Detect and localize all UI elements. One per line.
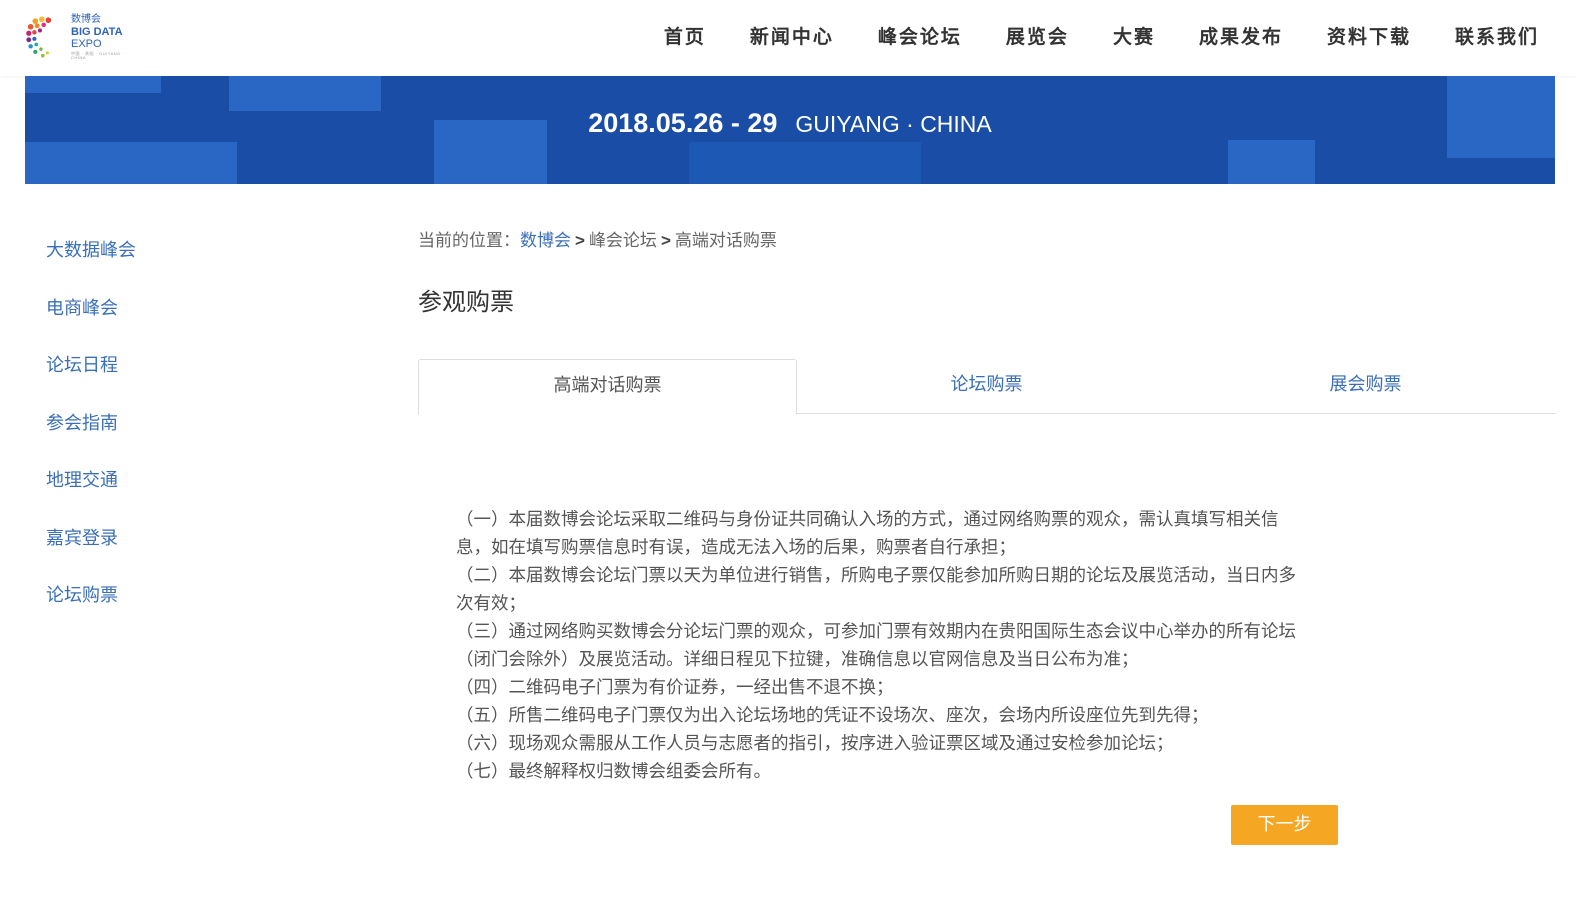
banner-decor-block bbox=[689, 142, 921, 184]
page-title: 参观购票 bbox=[418, 288, 514, 316]
site-logo[interactable]: 数博会 BIG DATA EXPO 中国 · 贵阳 · GUIYANG · CH… bbox=[26, 12, 136, 62]
banner-decor-block bbox=[25, 142, 237, 184]
sidebar-item-forum-tickets[interactable]: 论坛购票 bbox=[46, 581, 136, 639]
tab-exhibition-tickets[interactable]: 展会购票 bbox=[1176, 359, 1555, 414]
logo-en-line2: EXPO bbox=[71, 37, 102, 50]
sidebar-item-guest-login[interactable]: 嘉宾登录 bbox=[46, 524, 136, 582]
nav-item-downloads[interactable]: 资料下载 bbox=[1327, 22, 1411, 49]
breadcrumb-separator: > bbox=[660, 231, 671, 250]
logo-cn-text: 数博会 bbox=[71, 13, 101, 25]
nav-item-contest[interactable]: 大赛 bbox=[1113, 22, 1155, 49]
rule-item: （六）现场观众需服从工作人员与志愿者的指引，按序进入验证票区域及通过安检参加论坛… bbox=[456, 734, 1174, 754]
nav-item-home[interactable]: 首页 bbox=[664, 22, 706, 49]
nav-item-summit-forum[interactable]: 峰会论坛 bbox=[878, 22, 962, 49]
breadcrumb: 当前的位置：数博会 > 峰会论坛 > 高端对话购票 bbox=[418, 226, 777, 251]
banner-decor-block bbox=[1228, 140, 1315, 184]
breadcrumb-separator: > bbox=[575, 231, 585, 250]
banner-location: GUIYANG · CHINA bbox=[795, 111, 992, 137]
banner-decor-block bbox=[25, 76, 161, 93]
nav-item-contact[interactable]: 联系我们 bbox=[1455, 22, 1539, 49]
logo-wordmark: 数博会 BIG DATA EXPO 中国 · 贵阳 · GUIYANG · CH… bbox=[71, 13, 136, 60]
sidebar-item-forum-schedule[interactable]: 论坛日程 bbox=[46, 351, 136, 409]
rule-item: （五）所售二维码电子门票仅为出入论坛场地的凭证不设场次、座次，会场内所设座位先到… bbox=[456, 706, 1209, 726]
sidebar-item-ecommerce-summit[interactable]: 电商峰会 bbox=[46, 294, 136, 352]
tab-vip-dialogue-tickets[interactable]: 高端对话购票 bbox=[418, 359, 797, 415]
event-banner: 2018.05.26 - 29 GUIYANG · CHINA bbox=[25, 76, 1555, 184]
banner-date: 2018.05.26 - 29 bbox=[588, 108, 778, 138]
nav-item-achievements[interactable]: 成果发布 bbox=[1199, 22, 1283, 49]
tab-forum-tickets[interactable]: 论坛购票 bbox=[797, 359, 1176, 414]
banner-decor-block bbox=[229, 76, 381, 111]
nav-item-news[interactable]: 新闻中心 bbox=[750, 22, 834, 49]
logo-swirl-icon bbox=[26, 16, 52, 58]
sidebar-item-big-data-summit[interactable]: 大数据峰会 bbox=[46, 236, 136, 294]
next-step-button[interactable]: 下一步 bbox=[1231, 805, 1338, 845]
logo-subtext: 中国 · 贵阳 · GUIYANG · CHINA bbox=[71, 50, 125, 60]
ticket-tabs: 高端对话购票 论坛购票 展会购票 bbox=[418, 359, 1555, 415]
breadcrumb-current: 高端对话购票 bbox=[674, 231, 777, 251]
breadcrumb-link-expo[interactable]: 数博会 bbox=[520, 231, 571, 251]
sidebar-item-attendee-guide[interactable]: 参会指南 bbox=[46, 409, 136, 467]
sidebar-menu: 大数据峰会 电商峰会 论坛日程 参会指南 地理交通 嘉宾登录 论坛购票 bbox=[46, 236, 136, 639]
nav-item-exhibition[interactable]: 展览会 bbox=[1006, 22, 1069, 49]
rule-item: （四）二维码电子门票为有价证券，一经出售不退不换； bbox=[456, 678, 894, 698]
site-header: 数博会 BIG DATA EXPO 中国 · 贵阳 · GUIYANG · CH… bbox=[0, 0, 1577, 76]
rule-item: （二）本届数博会论坛门票以天为单位进行销售，所购电子票仅能参加所购日期的论坛及展… bbox=[456, 566, 1296, 614]
logo-en-line1: BIG DATA bbox=[71, 25, 123, 38]
banner-text: 2018.05.26 - 29 GUIYANG · CHINA bbox=[25, 108, 1555, 139]
ticket-rules: （一）本届数博会论坛采取二维码与身份证共同确认入场的方式，通过网络购票的观众，需… bbox=[456, 506, 1306, 786]
sidebar-item-transportation[interactable]: 地理交通 bbox=[46, 466, 136, 524]
breadcrumb-prefix: 当前的位置： bbox=[418, 231, 520, 251]
rule-item: （一）本届数博会论坛采取二维码与身份证共同确认入场的方式，通过网络购票的观众，需… bbox=[456, 510, 1279, 558]
rule-item: （七）最终解释权归数博会组委会所有。 bbox=[456, 762, 771, 782]
main-nav: 首页 新闻中心 峰会论坛 展览会 大赛 成果发布 资料下载 联系我们 bbox=[620, 22, 1539, 49]
rule-item: （三）通过网络购买数博会分论坛门票的观众，可参加门票有效期内在贵阳国际生态会议中… bbox=[456, 622, 1296, 670]
breadcrumb-link-forum[interactable]: 峰会论坛 bbox=[589, 231, 657, 251]
